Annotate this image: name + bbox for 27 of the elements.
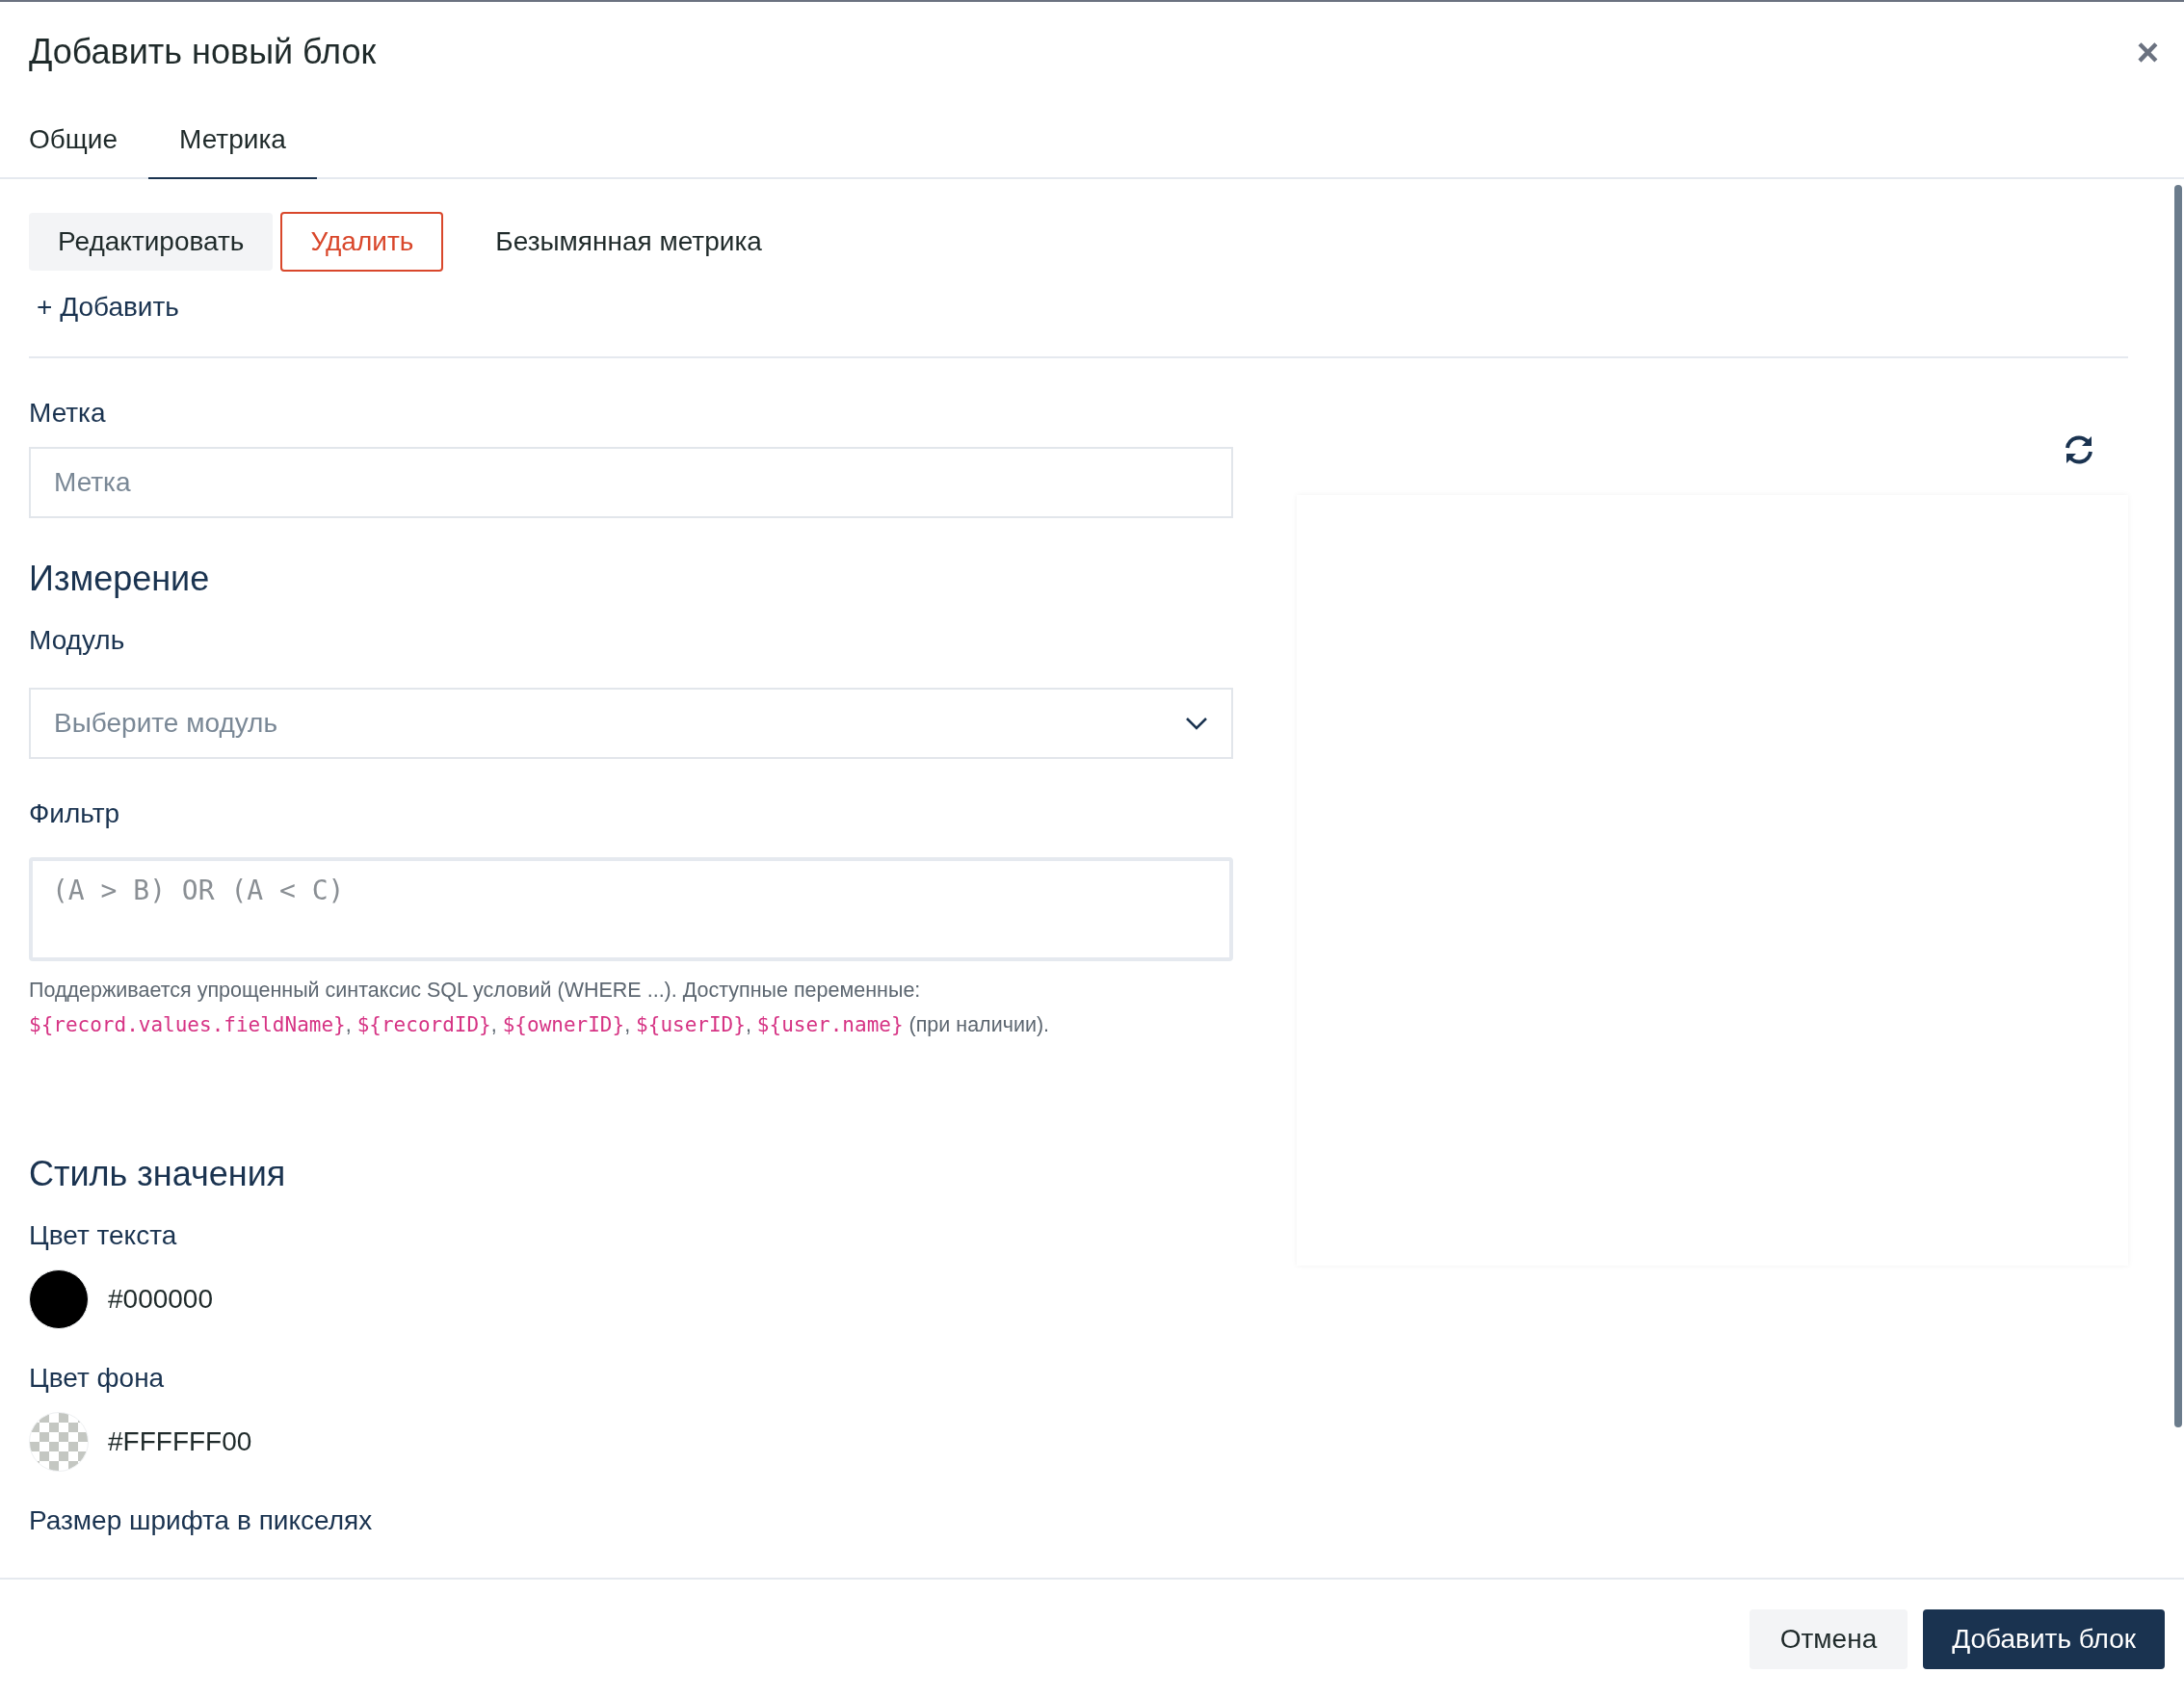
- cancel-button[interactable]: Отмена: [1749, 1609, 1908, 1669]
- dialog-title: Добавить новый блок: [29, 31, 377, 73]
- close-button[interactable]: ×: [2136, 33, 2159, 71]
- module-select[interactable]: Выберите модуль: [29, 688, 1233, 759]
- section-heading: Измерение: [29, 558, 211, 600]
- field-label: Модуль: [29, 624, 126, 657]
- edit-button[interactable]: Редактировать: [29, 213, 274, 271]
- field-label: Фильтр: [29, 797, 121, 830]
- section-heading: Стиль значения: [29, 1153, 287, 1195]
- field-label: Метка: [29, 397, 107, 430]
- chevron-down-icon: [1185, 717, 1208, 730]
- color-value: #FFFFFF00: [108, 1425, 252, 1458]
- color-value: #000000: [108, 1283, 213, 1316]
- tab[interactable]: Метрика: [148, 102, 317, 179]
- tab[interactable]: Общие: [29, 102, 149, 179]
- refresh-icon[interactable]: [2063, 433, 2095, 466]
- field-label: Цвет текста: [29, 1219, 178, 1252]
- label-input[interactable]: Метка: [29, 447, 1233, 518]
- metric-name: Безымянная метрика: [495, 225, 762, 258]
- add-block-button[interactable]: Добавить блок: [1923, 1609, 2165, 1669]
- scrollbar[interactable]: [2174, 185, 2182, 1427]
- delete-button[interactable]: Удалить: [280, 212, 444, 272]
- filter-input[interactable]: (A > B) OR (A < C): [29, 857, 1233, 961]
- field-label: Размер шрифта в пикселях: [29, 1504, 374, 1537]
- filter-help-text: Поддерживается упрощенный синтаксис SQL условий (WHERE ...). Доступные переменные: ${record.values.fieldName}, ${recordID}, ${ownerID}, ${userID}, ${user.name} (при наличии).: [29, 978, 1051, 1038]
- field-label: Цвет фона: [29, 1362, 166, 1395]
- add-metric-link[interactable]: + Добавить: [37, 287, 179, 327]
